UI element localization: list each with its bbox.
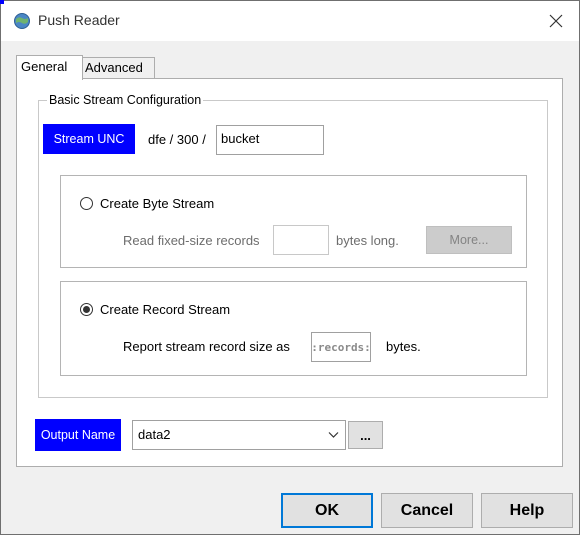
push-reader-dialog: Push Reader Advanced General Basic Strea… xyxy=(0,0,580,535)
record-stream-group xyxy=(60,281,527,376)
byte-stream-radio-label[interactable]: Create Byte Stream xyxy=(100,196,214,211)
close-button[interactable] xyxy=(533,1,579,41)
read-fixed-size-label: Read fixed-size records xyxy=(123,233,260,248)
more-button[interactable]: More... xyxy=(426,226,512,254)
output-name-combobox[interactable]: data2 xyxy=(132,420,346,450)
stream-unc-label: Stream UNC xyxy=(43,124,135,154)
close-icon xyxy=(549,14,563,28)
bucket-input[interactable]: bucket xyxy=(216,125,324,155)
record-stream-radio-label[interactable]: Create Record Stream xyxy=(100,302,230,317)
help-button[interactable]: Help xyxy=(481,493,573,528)
chevron-down-icon[interactable] xyxy=(328,431,339,439)
bytes-label: bytes. xyxy=(386,339,421,354)
fixed-size-input[interactable] xyxy=(273,225,329,255)
byte-stream-radio[interactable] xyxy=(80,197,93,210)
tab-advanced[interactable]: Advanced xyxy=(80,57,155,78)
tab-general[interactable]: General xyxy=(16,55,83,80)
browse-output-button[interactable]: ... xyxy=(348,421,383,449)
report-record-size-label: Report stream record size as xyxy=(123,339,290,354)
title-bar: Push Reader xyxy=(1,1,579,41)
output-name-label: Output Name xyxy=(35,419,121,451)
basic-stream-group-title: Basic Stream Configuration xyxy=(47,92,204,108)
record-size-field[interactable]: :records: xyxy=(311,332,371,362)
gear-globe-icon xyxy=(14,13,30,29)
window-corner-mark xyxy=(0,0,4,4)
output-name-value: data2 xyxy=(138,427,171,442)
bytes-long-label: bytes long. xyxy=(336,233,399,248)
cancel-button[interactable]: Cancel xyxy=(381,493,473,528)
record-stream-radio[interactable] xyxy=(80,303,93,316)
ok-button[interactable]: OK xyxy=(281,493,373,528)
stream-path-prefix: dfe / 300 / xyxy=(148,132,206,147)
window-title: Push Reader xyxy=(38,12,120,28)
